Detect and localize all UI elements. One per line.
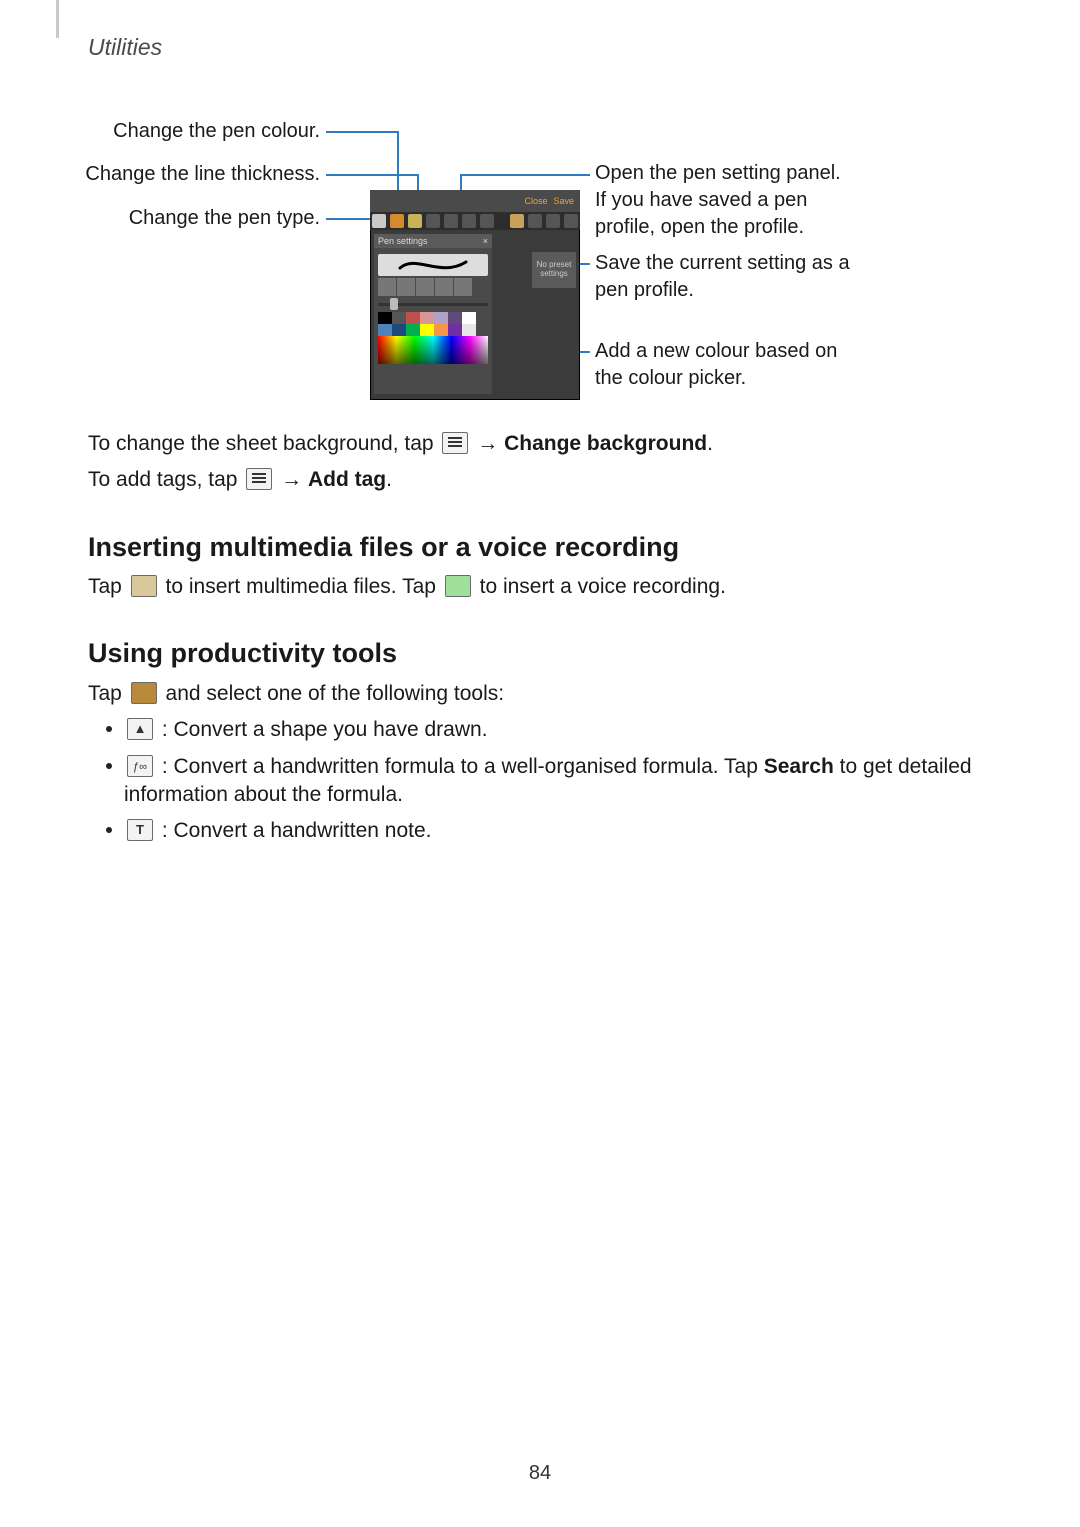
swatch <box>392 312 406 324</box>
swatch <box>420 324 434 336</box>
nib-icon <box>435 278 453 296</box>
text-icon <box>462 214 476 228</box>
swatch <box>448 324 462 336</box>
swatch <box>378 324 392 336</box>
swatch <box>378 312 392 324</box>
thickness-slider <box>378 300 488 308</box>
bullet-shape: : Convert a shape you have drawn. <box>106 716 992 744</box>
heading-inserting: Inserting multimedia files or a voice re… <box>88 529 992 565</box>
text-convert-icon <box>127 819 153 841</box>
section-title: Utilities <box>88 32 162 63</box>
stroke-preview <box>378 254 488 276</box>
swatch <box>434 324 448 336</box>
para-add-tag: To add tags, tap → Add tag. <box>88 466 992 494</box>
microphone-icon <box>445 575 471 597</box>
insert-icon <box>546 214 560 228</box>
shot-save-label: Save <box>553 195 574 207</box>
para-insert: Tap to insert multimedia files. Tap to i… <box>88 573 992 601</box>
page-number: 84 <box>0 1460 1080 1487</box>
para-tools: Tap and select one of the following tool… <box>88 680 992 708</box>
bullet-formula: : Convert a handwritten formula to a wel… <box>106 753 992 810</box>
shot-close-label: Close <box>524 195 547 207</box>
eraser-icon <box>510 214 524 228</box>
bullet-dot-icon <box>106 763 112 769</box>
swatch <box>448 312 462 324</box>
shape-convert-icon <box>127 718 153 740</box>
header-rule <box>56 0 59 38</box>
panel-title: Pen settings <box>378 235 428 247</box>
swatch <box>392 324 406 336</box>
chevron-up-icon <box>564 214 578 228</box>
menu-icon <box>246 468 272 490</box>
callout-save-profile: Save the current setting as a pen profil… <box>595 250 855 304</box>
insert-multimedia-icon <box>131 575 157 597</box>
callout-pen-type: Change the pen type. <box>129 205 320 232</box>
more-icon <box>480 214 494 228</box>
color-swatch-icon <box>408 214 422 228</box>
swatch <box>406 312 420 324</box>
mic-icon <box>528 214 542 228</box>
pen-settings-panel <box>374 248 492 394</box>
swatch <box>434 312 448 324</box>
lead <box>326 131 398 133</box>
panel-close-icon: × <box>483 235 488 247</box>
heading-tools: Using productivity tools <box>88 635 992 671</box>
swatch <box>406 324 420 336</box>
swatch <box>462 312 476 324</box>
bullet-text: : Convert a handwritten note. <box>106 817 992 845</box>
nib-icon <box>416 278 434 296</box>
lead <box>326 174 418 176</box>
nib-icon <box>378 278 396 296</box>
color-swatch-icon <box>390 214 404 228</box>
undo-icon <box>426 214 440 228</box>
redo-icon <box>444 214 458 228</box>
bullet-dot-icon <box>106 827 112 833</box>
productivity-tool-icon <box>131 682 157 704</box>
colour-picker <box>378 336 488 364</box>
lead <box>460 174 590 176</box>
callout-open-panel: Open the pen setting panel. If you have … <box>595 160 855 241</box>
bullet-dot-icon <box>106 726 112 732</box>
callout-pen-colour: Change the pen colour. <box>113 118 320 145</box>
callout-add-colour: Add a new colour based on the colour pic… <box>595 338 855 392</box>
nib-icon <box>397 278 415 296</box>
callout-line-thickness: Change the line thickness. <box>85 161 320 188</box>
pen-settings-screenshot: Close Save Pen settings × <box>370 190 580 400</box>
preset-preview: No preset settings <box>532 252 576 288</box>
add-colour-icon <box>462 324 476 336</box>
para-change-background: To change the sheet background, tap → Ch… <box>88 430 992 458</box>
menu-icon <box>442 432 468 454</box>
formula-convert-icon <box>127 755 153 777</box>
nib-icon <box>454 278 472 296</box>
pen-icon <box>372 214 386 228</box>
swatch <box>420 312 434 324</box>
